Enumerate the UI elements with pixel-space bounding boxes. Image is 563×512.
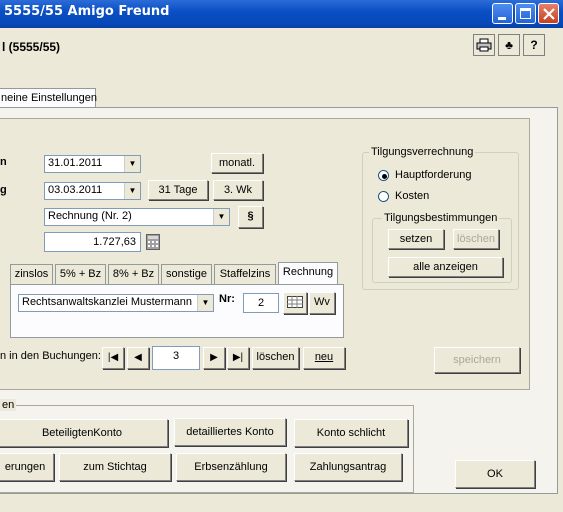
chevron-down-icon[interactable]: ▼ (124, 156, 140, 172)
rechnung-select-value: Rechnung (Nr. 2) (48, 210, 132, 222)
zahlungsantrag-button[interactable]: Zahlungsantrag (294, 453, 402, 481)
setzen-button[interactable]: setzen (388, 229, 444, 249)
record-loeschen-button[interactable]: löschen (252, 347, 299, 369)
chevron-down-icon[interactable]: ▼ (124, 183, 140, 199)
kanzlei-select[interactable]: Rechtsanwaltskanzlei Mustermann ▼ (18, 294, 214, 312)
tab-8-bz[interactable]: 8% + Bz (108, 264, 159, 284)
hauptforderung-label: Hauptforderung (395, 169, 472, 181)
maximize-button[interactable] (515, 3, 536, 24)
monatl-button[interactable]: monatl. (211, 153, 263, 173)
alle-anzeigen-button[interactable]: alle anzeigen (388, 257, 503, 277)
printer-icon (476, 38, 492, 52)
tilgungsbestimmungen-legend: Tilgungsbestimmungen (382, 212, 500, 224)
kanzlei-select-value: Rechtsanwaltskanzlei Mustermann (22, 296, 192, 308)
date2-field[interactable]: 03.03.2011 ▼ (44, 182, 141, 200)
tab-allgemeine-einstellungen[interactable]: neine Einstellungen (0, 88, 97, 108)
help-button[interactable]: ? (523, 34, 545, 56)
nr-label: Nr: (219, 293, 235, 305)
calculator-icon[interactable] (146, 234, 160, 250)
31-tage-button[interactable]: 31 Tage (148, 180, 208, 200)
minimize-button[interactable] (492, 3, 513, 24)
tilgungsverrechnung-legend: Tilgungsverrechnung (369, 146, 476, 158)
date1-value: 31.01.2011 (48, 157, 103, 169)
buchungen-label: n in den Buchungen: (0, 350, 101, 362)
row1-label: n (0, 156, 7, 168)
maximize-icon (520, 8, 531, 19)
chevron-down-icon[interactable]: ▼ (197, 295, 213, 311)
nr-field[interactable]: 2 (243, 293, 279, 313)
page-title: l (5555/55) (2, 40, 61, 54)
date1-field[interactable]: 31.01.2011 ▼ (44, 155, 141, 173)
wv-button[interactable]: Wv (309, 292, 335, 314)
loeschen-button[interactable]: löschen (453, 229, 499, 249)
tab-sonstige[interactable]: sonstige (161, 264, 212, 284)
chevron-down-icon[interactable]: ▼ (213, 209, 229, 225)
first-record-button[interactable]: |◀ (102, 347, 124, 369)
title-bar: 5555/55 Amigo Freund (0, 0, 563, 28)
tab-5-bz[interactable]: 5% + Bz (55, 264, 106, 284)
rechnung-select[interactable]: Rechnung (Nr. 2) ▼ (44, 208, 230, 226)
skip-first-icon: |◀ (107, 352, 119, 363)
grid-icon (287, 296, 303, 308)
neu-button[interactable]: neu (303, 347, 345, 369)
close-button[interactable] (538, 3, 559, 24)
club-button[interactable]: ♣ (498, 34, 520, 56)
prev-record-button[interactable]: ◀ (127, 347, 149, 369)
row2-label: g (0, 184, 7, 196)
beteiligtenkonto-button[interactable]: BeteiligtenKonto (0, 419, 168, 447)
erungen-button[interactable]: erungen (0, 453, 54, 481)
minimize-icon (498, 17, 506, 20)
zum-stichtag-button[interactable]: zum Stichtag (59, 453, 171, 481)
erbsenzaehlung-button[interactable]: Erbsenzählung (176, 453, 286, 481)
next-record-button[interactable]: ▶ (203, 347, 225, 369)
next-icon: ▶ (210, 352, 218, 363)
club-icon: ♣ (505, 38, 513, 52)
bottom-legend: en (0, 399, 17, 411)
detailliertes-konto-button[interactable]: detailliertes Konto (174, 418, 286, 446)
paragraph-button[interactable]: § (238, 206, 263, 228)
ok-button[interactable]: OK (455, 460, 535, 488)
record-number-field[interactable]: 3 (152, 346, 200, 370)
3-wk-button[interactable]: 3. Wk (213, 180, 263, 200)
konto-schlicht-button[interactable]: Konto schlicht (294, 419, 408, 447)
kosten-label: Kosten (395, 190, 430, 202)
speichern-button[interactable]: speichern (434, 347, 520, 373)
kosten-radio[interactable] (378, 191, 389, 202)
tab-staffelzins[interactable]: Staffelzins (214, 264, 276, 284)
grid-button[interactable] (283, 292, 307, 314)
amount-field[interactable]: 1.727,63 (44, 232, 141, 252)
date2-value: 03.03.2011 (48, 184, 103, 196)
prev-icon: ◀ (134, 352, 142, 363)
window-title: 5555/55 Amigo Freund (4, 4, 170, 19)
print-button[interactable] (473, 34, 495, 56)
close-icon (543, 8, 555, 20)
tab-rechnung[interactable]: Rechnung (278, 262, 338, 285)
skip-last-icon: ▶| (232, 352, 244, 363)
tab-zinslos[interactable]: zinslos (10, 264, 53, 284)
hauptforderung-radio[interactable] (378, 170, 389, 181)
last-record-button[interactable]: ▶| (227, 347, 249, 369)
